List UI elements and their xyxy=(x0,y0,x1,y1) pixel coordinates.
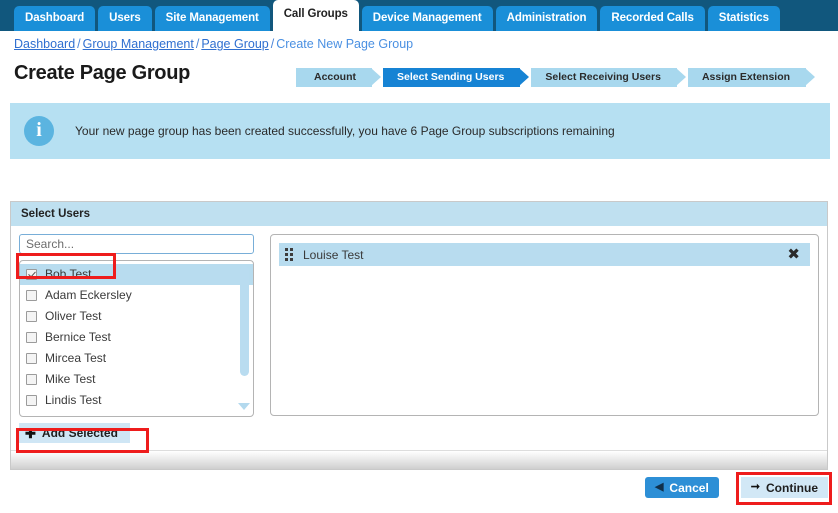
step-assign-extension[interactable]: Assign Extension xyxy=(687,68,816,87)
breadcrumb-separator: / xyxy=(270,37,275,51)
info-icon: i xyxy=(24,116,54,146)
available-users-column: Bob Test Adam Eckersley Oliver Test Bern… xyxy=(19,234,254,443)
user-name: Bob Test xyxy=(45,267,92,281)
continue-button[interactable]: ➞ Continue xyxy=(740,477,828,498)
tab-device-management[interactable]: Device Management xyxy=(361,6,493,31)
user-name: Oliver Test xyxy=(45,309,102,323)
checkbox-icon[interactable] xyxy=(26,416,37,417)
search-input[interactable] xyxy=(19,234,254,254)
breadcrumb-separator: / xyxy=(77,37,81,51)
checkbox-icon[interactable] xyxy=(26,269,37,280)
panel-title: Select Users xyxy=(11,202,827,226)
list-item[interactable]: Mircea Test xyxy=(20,348,253,369)
available-users-list[interactable]: Bob Test Adam Eckersley Oliver Test Bern… xyxy=(19,260,254,417)
breadcrumb-item-page-group[interactable]: Page Group xyxy=(201,37,268,51)
user-name: Dan Test xyxy=(45,411,92,416)
breadcrumb-item-create-new-page-group: Create New Page Group xyxy=(276,37,414,51)
user-name: Adam Eckersley xyxy=(45,288,132,302)
plus-icon: ✚ xyxy=(25,425,36,441)
user-name: Lindis Test xyxy=(45,393,102,407)
user-name: Mircea Test xyxy=(45,351,107,365)
breadcrumb: Dashboard / Group Management / Page Group / Cr… xyxy=(0,31,838,55)
panel-body: Bob Test Adam Eckersley Oliver Test Bern… xyxy=(11,226,827,443)
selected-users-column: Louise Test ✖ xyxy=(270,234,819,416)
continue-label: Continue xyxy=(766,480,818,495)
breadcrumb-separator: / xyxy=(195,37,200,51)
form-action-buttons: ◀ Cancel ➞ Continue xyxy=(644,477,828,498)
tab-call-groups[interactable]: Call Groups xyxy=(272,0,359,31)
list-item[interactable]: Dan Test xyxy=(20,411,253,417)
forward-arrow-icon: ➞ xyxy=(750,481,760,493)
scroll-down-arrow-icon[interactable] xyxy=(238,403,250,410)
cancel-label: Cancel xyxy=(669,480,709,495)
add-selected-button[interactable]: ✚ Add Selected xyxy=(19,423,130,443)
step-account[interactable]: Account xyxy=(296,68,381,87)
list-item[interactable]: Bob Test xyxy=(20,264,253,285)
tab-dashboard[interactable]: Dashboard xyxy=(14,6,96,31)
step-select-receiving-users[interactable]: Select Receiving Users xyxy=(531,68,686,87)
wizard-step-indicator: Account Select Sending Users Select Rece… xyxy=(296,68,816,87)
cancel-button[interactable]: ◀ Cancel xyxy=(644,477,719,498)
tab-recorded-calls[interactable]: Recorded Calls xyxy=(600,6,705,31)
user-name: Mike Test xyxy=(45,372,96,386)
success-notification-banner: i Your new page group has been created s… xyxy=(10,103,830,159)
back-arrow-icon: ◀ xyxy=(654,481,664,493)
selected-users-dropzone[interactable]: Louise Test ✖ xyxy=(270,234,819,416)
list-item[interactable]: Oliver Test xyxy=(20,306,253,327)
main-navigation-tabs: Dashboard Users Site Management Call Gro… xyxy=(0,0,838,31)
add-selected-label: Add Selected xyxy=(41,426,118,440)
scrollbar-thumb[interactable] xyxy=(240,266,249,376)
checkbox-icon[interactable] xyxy=(26,290,37,301)
checkbox-icon[interactable] xyxy=(26,353,37,364)
checkbox-icon[interactable] xyxy=(26,311,37,322)
panel-footer-bar xyxy=(11,450,827,469)
select-users-panel: Select Users Bob Test Adam Eckersley xyxy=(10,201,828,470)
breadcrumb-item-group-management[interactable]: Group Management xyxy=(83,37,194,51)
selected-user-chip[interactable]: Louise Test ✖ xyxy=(279,243,810,266)
notification-message: Your new page group has been created suc… xyxy=(75,124,615,138)
list-scrollbar[interactable] xyxy=(240,265,249,396)
checkbox-icon[interactable] xyxy=(26,332,37,343)
list-item[interactable]: Lindis Test xyxy=(20,390,253,411)
list-item[interactable]: Mike Test xyxy=(20,369,253,390)
list-item[interactable]: Bernice Test xyxy=(20,327,253,348)
drag-handle-icon[interactable] xyxy=(285,248,294,261)
tab-site-management[interactable]: Site Management xyxy=(154,6,270,31)
tab-statistics[interactable]: Statistics xyxy=(707,6,780,31)
close-icon[interactable]: ✖ xyxy=(787,247,800,262)
breadcrumb-item-dashboard[interactable]: Dashboard xyxy=(14,37,75,51)
checkbox-icon[interactable] xyxy=(26,395,37,406)
user-name: Bernice Test xyxy=(45,330,111,344)
tab-users[interactable]: Users xyxy=(98,6,152,31)
tab-administration[interactable]: Administration xyxy=(495,6,598,31)
step-select-sending-users[interactable]: Select Sending Users xyxy=(383,68,530,87)
selected-user-name: Louise Test xyxy=(303,247,364,262)
checkbox-icon[interactable] xyxy=(26,374,37,385)
list-item[interactable]: Adam Eckersley xyxy=(20,285,253,306)
